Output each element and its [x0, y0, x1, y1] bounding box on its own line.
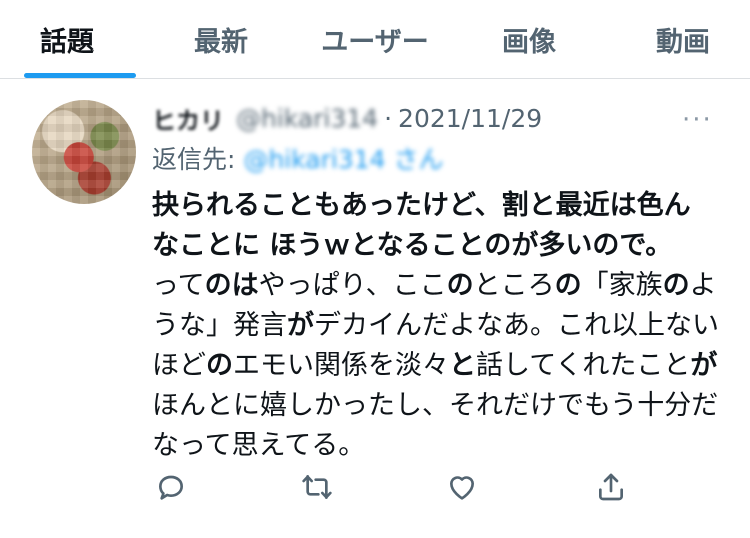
like-icon: [450, 476, 474, 500]
tab-images[interactable]: 画像: [442, 0, 616, 78]
tweet-date[interactable]: 2021/11/29: [398, 104, 542, 133]
tweet-body-segment: エモい関係を淡々: [233, 350, 449, 381]
tweet-body-segment: ほんとに嬉しかったし、それだけでもう十分だなって思えてる。: [152, 390, 719, 461]
like-button[interactable]: [443, 468, 481, 506]
reply-label: 返信先:: [152, 145, 236, 174]
separator-dot: ·: [384, 103, 393, 133]
tweet-actions: [152, 468, 632, 508]
more-options-icon[interactable]: ···: [682, 105, 713, 135]
tab-topics[interactable]: 話題: [0, 0, 134, 78]
tweet-body-segment: と: [449, 350, 476, 381]
search-tabs: 話題 最新 ユーザー 画像 動画: [0, 0, 750, 79]
display-name[interactable]: ヒカリ: [152, 101, 224, 136]
share-button[interactable]: [592, 468, 630, 506]
reply-to-line: 返信先: @hikari314 さん: [152, 140, 443, 176]
tweet-body: ってのはやっぱり、ここのところの「家族のような」発言がデカイんだよなあ。これ以上…: [152, 266, 722, 466]
retweet-icon: [302, 475, 332, 499]
user-handle[interactable]: @hikari314: [236, 104, 378, 133]
tweet-body-segment: 「家族: [581, 270, 663, 301]
tweet-body-segment: が: [287, 310, 314, 341]
tweet-body-segment: の: [206, 350, 233, 381]
tweet-body-segment: の: [446, 270, 474, 301]
avatar[interactable]: [32, 100, 136, 204]
tweet-body-segment: やっぱり、ここ: [258, 270, 447, 301]
user-handle-text: @hikari314: [236, 103, 379, 133]
tweet-body-segment: が: [690, 350, 718, 381]
retweet-button[interactable]: [298, 468, 336, 506]
tweet-body-segment: 話してくれたこと: [476, 350, 691, 381]
tweet-body-segment: って: [152, 270, 205, 301]
active-tab-indicator: [24, 73, 136, 78]
reply-target-link[interactable]: @hikari314 さん: [243, 140, 443, 176]
tab-latest[interactable]: 最新: [134, 0, 308, 78]
reply-icon: [159, 475, 183, 500]
quoted-line-2: なことに ほうｗとなることのが多いので。: [152, 230, 673, 261]
tab-users[interactable]: ユーザー: [308, 0, 442, 78]
quoted-line-1: 抉られることもあったけど、割と最近は色ん: [152, 190, 691, 221]
tweet-body-segment: の: [662, 270, 690, 301]
tweet-header: ヒカリ @hikari314 · 2021/11/29: [152, 100, 542, 136]
tab-videos[interactable]: 動画: [616, 0, 750, 78]
tweet-body-segment: の: [554, 270, 582, 301]
share-icon: [599, 473, 623, 501]
reply-button[interactable]: [152, 468, 190, 506]
tweet-text: 抉られることもあったけど、割と最近は色ん なことに ほうｗとなることのが多いので…: [152, 186, 722, 466]
tweet-body-segment: のは: [204, 270, 259, 301]
tweet-body-segment: ところ: [473, 270, 555, 301]
